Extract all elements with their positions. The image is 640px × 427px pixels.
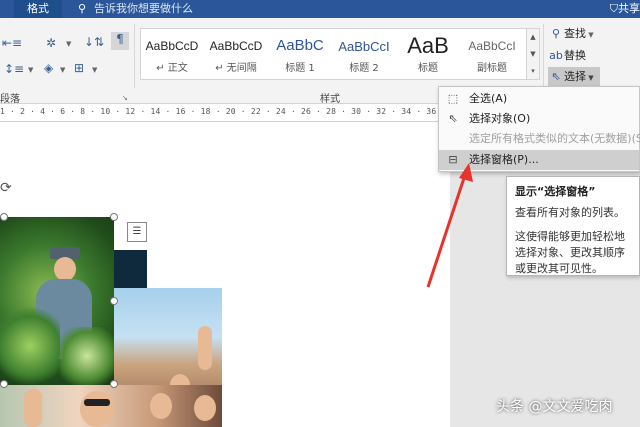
style-name: 标题 2 (349, 63, 379, 74)
line-spacing-icon[interactable]: ↕≡ (4, 62, 24, 76)
picture-bottom-crowd[interactable] (0, 385, 222, 427)
search-icon: ⚲ (551, 27, 561, 40)
indent-icon[interactable]: ⇤≡ (2, 36, 22, 50)
horizontal-ruler[interactable]: 1 · 2 · 4 · 6 · 8 · 10 · 12 · 14 · 16 · … (0, 104, 450, 122)
style-normal[interactable]: AaBbCcD ↵ 正文 (143, 33, 201, 77)
styles-group-label: 样式 (320, 94, 340, 105)
asian-layout-icon[interactable]: ✲ (46, 36, 56, 50)
show-marks-icon[interactable]: ¶ (111, 32, 129, 50)
paragraph-group-label: 段落 (0, 94, 20, 105)
resize-handle[interactable] (0, 213, 8, 221)
style-title[interactable]: AaB 标题 (399, 33, 457, 77)
group-divider (134, 24, 135, 88)
style-no-spacing[interactable]: AaBbCcD ↵ 无间隔 (207, 33, 265, 77)
raised-arm-shape (198, 326, 212, 370)
face-shape (194, 395, 216, 421)
tooltip-line: 或更改其可见性。 (515, 262, 603, 275)
foliage-shape (0, 307, 60, 385)
style-heading-2[interactable]: AaBbCcI 标题 2 (335, 33, 393, 77)
style-sample: AaBbCcI (338, 39, 390, 54)
tooltip-line: 查看所有对象的列表。 (515, 206, 625, 219)
style-sample: AaBbCcI (468, 39, 516, 53)
select-button[interactable]: ⇖ 选择 ▼ (548, 67, 600, 87)
menu-select-similar-text: 选定所有格式类似的文本(无数据)(S) (469, 132, 640, 145)
chevron-down-icon[interactable]: ▼ (28, 66, 33, 74)
sunglasses-shape (84, 399, 110, 406)
picture-trees[interactable] (0, 217, 114, 385)
chevron-down-icon: ▼ (586, 31, 594, 39)
cursor-icon: ⇖ (551, 70, 561, 83)
menu-select-objects[interactable]: ⇖ 选择对象(O) (439, 109, 639, 129)
dialog-launcher-icon[interactable]: ↘ (122, 94, 128, 102)
sort-icon[interactable]: ↓⇅ (84, 35, 104, 49)
editing-group: ⚲ 查找 ▼ ab替换 ⇖ 选择 ▼ (546, 22, 640, 88)
replace-button[interactable]: ab替换 (548, 46, 586, 66)
more-icon[interactable]: ▾ (527, 63, 539, 80)
lightbulb-icon: ⚲ (78, 2, 87, 15)
face-shape (80, 391, 114, 427)
ruler-ticks: 1 · 2 · 4 · 6 · 8 · 10 · 12 · 14 · 16 · … (0, 107, 450, 116)
person-icon: ⛉ (609, 2, 618, 15)
find-button[interactable]: ⚲ 查找 ▼ (548, 24, 594, 44)
menu-selection-pane[interactable]: ⊟ 选择窗格(P)... (439, 150, 639, 170)
tab-format[interactable]: 格式 (14, 0, 62, 18)
selection-pane-icon: ⊟ (448, 153, 458, 166)
foliage-shape (60, 327, 114, 385)
chevron-up-icon[interactable]: ▲ (527, 29, 539, 46)
watermark: 头条 @文文爱吃肉 (496, 399, 613, 415)
replace-icon: ab (549, 49, 563, 62)
style-name: 标题 (418, 63, 438, 74)
selection-pane-tooltip: 显示“选择窗格” 查看所有对象的列表。 这使得能够更加轻松地 选择对象、更改其顺… (506, 176, 640, 276)
chevron-down-icon[interactable]: ▼ (92, 66, 97, 74)
style-name: ↵ 无间隔 (215, 63, 257, 74)
style-name: 副标题 (477, 63, 507, 74)
gallery-scroll[interactable]: ▲ ▼ ▾ (526, 28, 540, 80)
style-sample: AaBbCcD (209, 39, 263, 53)
tell-me-text: 告诉我你想要做什么 (94, 2, 193, 15)
resize-handle[interactable] (110, 380, 118, 388)
resize-handle[interactable] (110, 213, 118, 221)
paragraph-mark-icon: ↵ (156, 63, 168, 74)
chevron-down-icon[interactable]: ▼ (527, 46, 539, 63)
tell-me-search[interactable]: ⚲ 告诉我你想要做什么 (78, 0, 193, 18)
face-shape (54, 257, 76, 281)
select-all-icon: ⬚ (447, 92, 459, 105)
share-label: 共享 (618, 2, 640, 15)
resize-handle[interactable] (0, 380, 8, 388)
style-name: 标题 1 (285, 63, 315, 74)
tooltip-line: 这使得能够更加轻松地 (515, 230, 625, 243)
style-heading-1[interactable]: AaBbC 标题 1 (271, 33, 329, 77)
style-sample: AaBbCcD (145, 39, 199, 53)
picture-dark[interactable] (114, 250, 147, 290)
share-button[interactable]: ⛉共享 (610, 0, 640, 18)
chevron-down-icon[interactable]: ▼ (66, 40, 71, 48)
title-bar: 格式 ⚲ 告诉我你想要做什么 ⛉共享 (0, 0, 640, 18)
chevron-down-icon: ▼ (586, 74, 594, 82)
select-dropdown-menu: ⬚ 全选(A) ⇖ 选择对象(O) 选定所有格式类似的文本(无数据)(S) ⊟ … (438, 86, 640, 172)
shading-icon[interactable]: ◈ (44, 61, 53, 75)
layout-options-icon[interactable]: ☰ (127, 222, 147, 242)
styles-gallery: AaBbCcD ↵ 正文 AaBbCcD ↵ 无间隔 AaBbC 标题 1 Aa… (140, 28, 528, 80)
tooltip-line: 选择对象、更改其顺序 (515, 246, 625, 259)
face-shape (150, 393, 172, 419)
borders-icon[interactable]: ⊞ (74, 61, 84, 75)
paragraph-mark-icon: ↵ (215, 63, 227, 74)
cursor-icon: ⇖ (448, 112, 458, 125)
arm-shape (24, 389, 42, 427)
rotate-handle-icon[interactable]: ⟳ (0, 180, 12, 196)
group-divider (543, 24, 544, 88)
resize-handle[interactable] (110, 297, 118, 305)
chevron-down-icon[interactable]: ▼ (60, 66, 65, 74)
style-sample: AaB (407, 33, 449, 58)
style-sample: AaBbC (276, 37, 324, 54)
menu-select-all[interactable]: ⬚ 全选(A) (439, 89, 639, 109)
style-subtitle[interactable]: AaBbCcI 副标题 (463, 33, 521, 77)
tooltip-title: 显示“选择窗格” (515, 185, 596, 198)
style-name: ↵ 正文 (156, 63, 188, 74)
